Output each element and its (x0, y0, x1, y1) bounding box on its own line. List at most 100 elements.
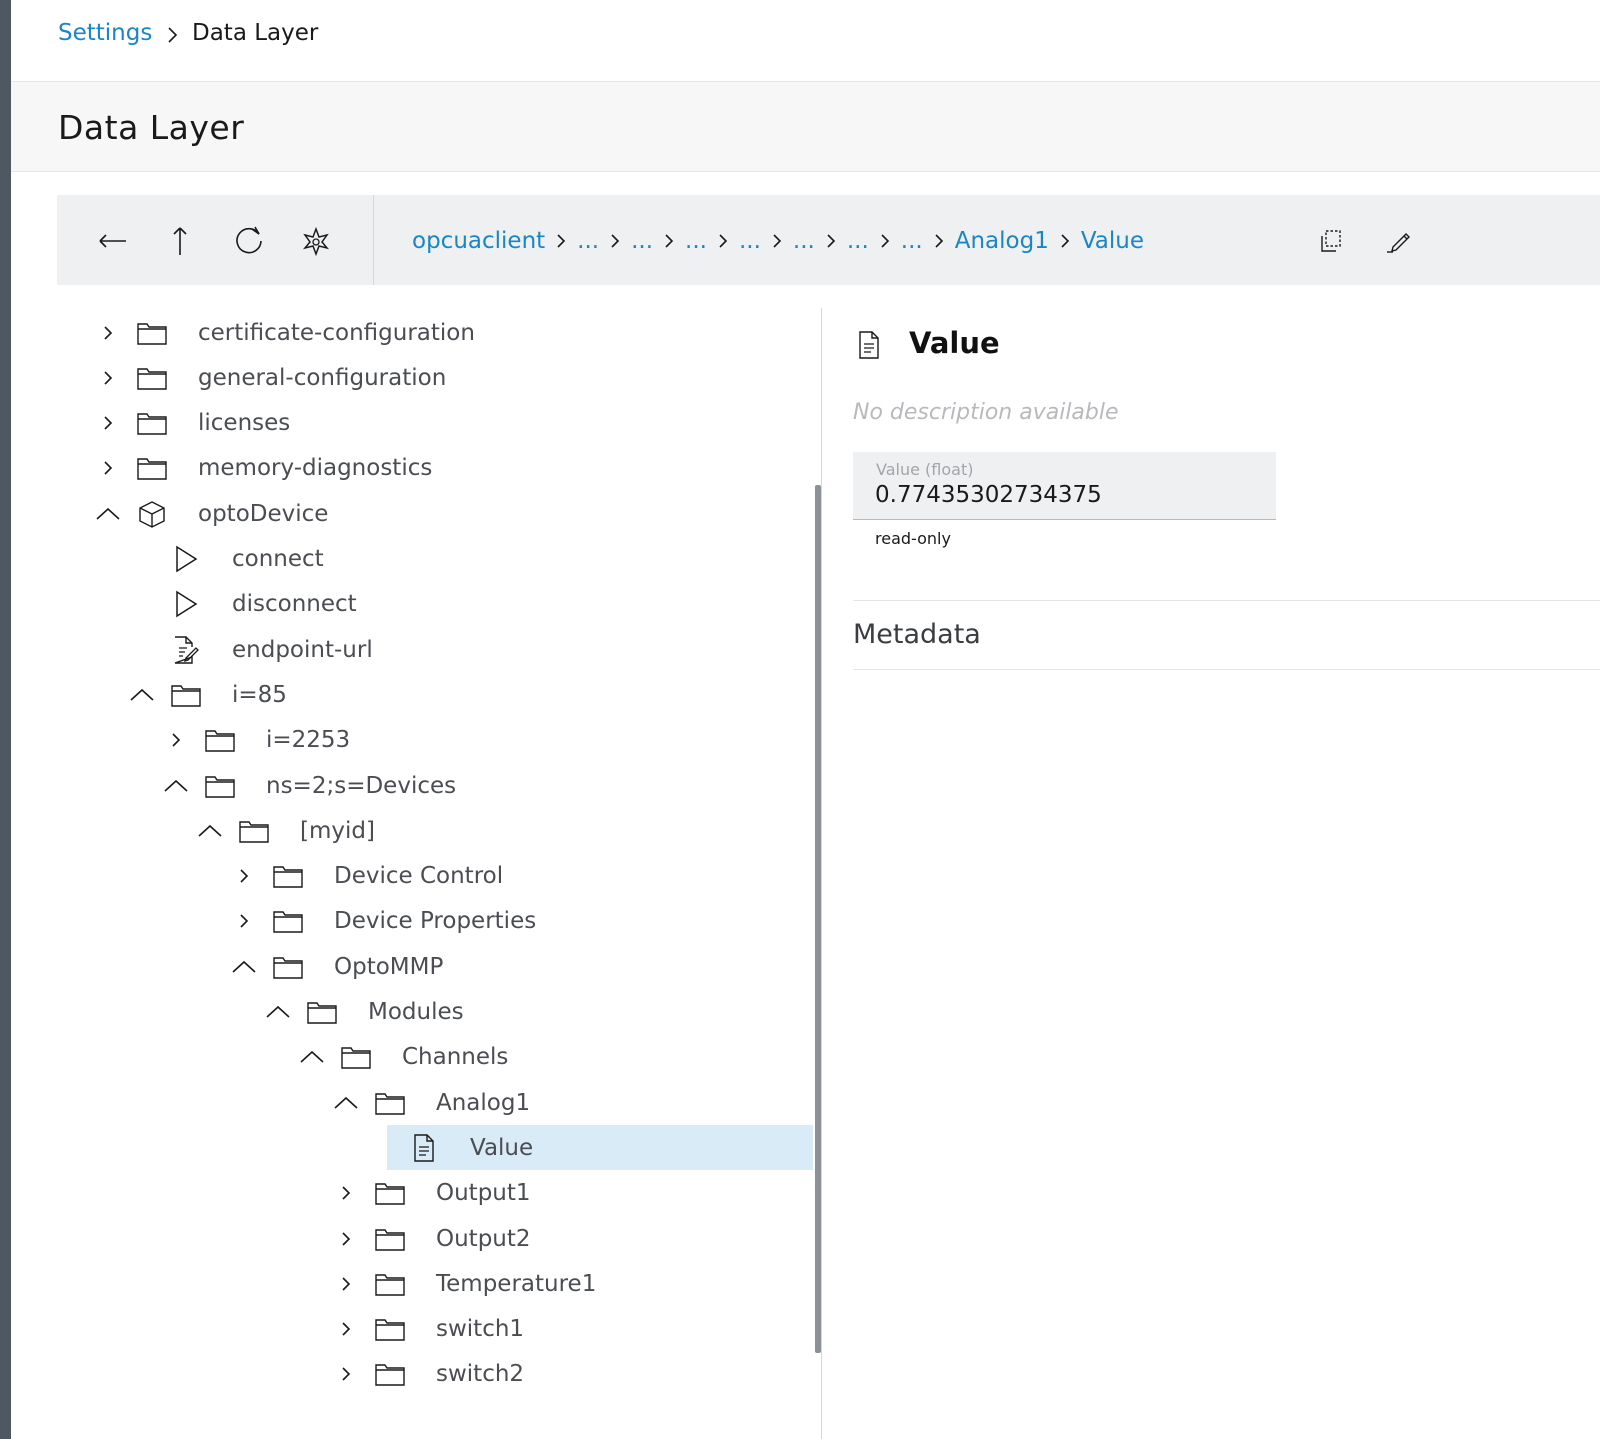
chevron-right-icon (869, 227, 901, 255)
chevron-right-icon (599, 227, 631, 255)
path-segment-collapsed[interactable]: ... (631, 228, 653, 254)
up-button[interactable] (158, 219, 202, 263)
tree-row-label: Output2 (436, 1225, 531, 1252)
tree-row[interactable]: connect (57, 537, 817, 582)
folder-icon (271, 861, 305, 891)
metadata-section-header[interactable]: Metadata (853, 619, 981, 650)
back-button[interactable] (91, 219, 135, 263)
chevron-up-icon[interactable] (93, 499, 123, 529)
tree-row[interactable]: i=85 (57, 672, 817, 717)
chevron-right-icon (165, 21, 181, 49)
chevron-right-icon[interactable] (229, 906, 259, 936)
chevron-up-icon[interactable] (229, 952, 259, 982)
folder-icon (203, 771, 237, 801)
node-detail-panel: Value No description available Value (fl… (822, 308, 1600, 1439)
chevron-up-icon[interactable] (161, 771, 191, 801)
chevron-right-icon[interactable] (331, 1178, 361, 1208)
chevron-right-icon[interactable] (331, 1269, 361, 1299)
tree-row-label: Output1 (436, 1180, 531, 1207)
tree-row[interactable]: licenses (57, 401, 817, 446)
tree-row[interactable]: Modules (57, 990, 817, 1035)
folder-icon (237, 816, 271, 846)
path-segment-collapsed[interactable]: ... (847, 228, 869, 254)
folder-icon (373, 1088, 407, 1118)
path-segment-collapsed[interactable]: ... (901, 228, 923, 254)
chevron-right-icon (1049, 227, 1081, 255)
document-edit-icon (169, 635, 203, 665)
tree-row-label: memory-diagnostics (198, 455, 433, 482)
divider (853, 669, 1600, 670)
edit-button[interactable] (1377, 219, 1421, 263)
tree-row[interactable]: memory-diagnostics (57, 446, 817, 491)
edit-icon (1387, 233, 1410, 253)
folder-icon (135, 363, 169, 393)
chevron-right-icon[interactable] (161, 725, 191, 755)
chevron-right-icon[interactable] (93, 318, 123, 348)
path-segment-collapsed[interactable]: ... (793, 228, 815, 254)
tree-row[interactable]: Analog1 (57, 1080, 817, 1125)
chevron-up-icon[interactable] (331, 1088, 361, 1118)
chevron-up-icon[interactable] (195, 816, 225, 846)
folder-icon (373, 1269, 407, 1299)
tree-row-label: disconnect (232, 591, 357, 618)
chevron-right-icon[interactable] (229, 861, 259, 891)
breadcrumb-settings-link[interactable]: Settings (58, 20, 152, 46)
chevron-up-icon[interactable] (297, 1042, 327, 1072)
chevron-right-icon[interactable] (331, 1314, 361, 1344)
document-icon (859, 331, 879, 359)
folder-icon (373, 1359, 407, 1389)
path-segment-analog1[interactable]: Analog1 (955, 228, 1049, 254)
tree-row[interactable]: switch1 (57, 1307, 817, 1352)
tree-row[interactable]: switch2 (57, 1352, 817, 1397)
tree-row[interactable]: Output1 (57, 1171, 817, 1216)
tree-row[interactable]: ns=2;s=Devices (57, 763, 817, 808)
tree-row[interactable]: Channels (57, 1035, 817, 1080)
tree-row[interactable]: Output2 (57, 1216, 817, 1261)
tree-row[interactable]: OptoMMP (57, 944, 817, 989)
chevron-up-icon[interactable] (263, 997, 293, 1027)
chevron-right-icon[interactable] (93, 363, 123, 393)
path-segment-value[interactable]: Value (1081, 228, 1144, 254)
tree-row[interactable]: Device Control (57, 854, 817, 899)
tree-row[interactable]: certificate-configuration (57, 310, 817, 355)
tree-row[interactable]: Device Properties (57, 899, 817, 944)
tree-row[interactable]: endpoint-url (57, 627, 817, 672)
tree-row-label: OptoMMP (334, 953, 444, 980)
folder-icon (373, 1224, 407, 1254)
path-segment-collapsed[interactable]: ... (577, 228, 599, 254)
favorite-button[interactable] (294, 219, 338, 263)
chevron-right-icon[interactable] (331, 1224, 361, 1254)
app-sidebar-edge (0, 0, 11, 1439)
chevron-right-icon[interactable] (93, 408, 123, 438)
path-segment-collapsed[interactable]: ... (685, 228, 707, 254)
path-segment-root[interactable]: opcuaclient (412, 228, 545, 254)
tree-row[interactable]: [myid] (57, 808, 817, 853)
tree-row-label: switch2 (436, 1361, 525, 1388)
tree-row[interactable]: Temperature1 (57, 1261, 817, 1306)
tree-row-label: switch1 (436, 1316, 525, 1343)
tree-row[interactable]: disconnect (57, 582, 817, 627)
document-icon (407, 1133, 441, 1163)
tree-row[interactable]: general-configuration (57, 355, 817, 400)
node-path: opcuaclient ... ... ... ... ... ... ... … (412, 221, 1144, 261)
chevron-right-icon[interactable] (331, 1359, 361, 1389)
tree-row[interactable]: i=2253 (57, 718, 817, 763)
tree-row[interactable]: Value (57, 1125, 817, 1171)
tree-row-label: optoDevice (198, 500, 329, 527)
chevron-up-icon[interactable] (127, 680, 157, 710)
tree-row[interactable]: optoDevice (57, 491, 817, 536)
chevron-right-icon (545, 227, 577, 255)
value-field[interactable]: Value (float) 0.77435302734375 (853, 452, 1276, 520)
tree-row-label: general-configuration (198, 364, 447, 391)
chevron-right-icon (761, 227, 793, 255)
folder-icon (135, 453, 169, 483)
tree-row-label: [myid] (300, 817, 375, 844)
tree-row-label: Value (470, 1134, 534, 1161)
copy-button[interactable] (1309, 219, 1353, 263)
tree-row-label: certificate-configuration (198, 319, 475, 346)
path-segment-collapsed[interactable]: ... (739, 228, 761, 254)
chevron-right-icon[interactable] (93, 453, 123, 483)
refresh-button[interactable] (227, 219, 271, 263)
chevron-right-icon (707, 227, 739, 255)
folder-icon (373, 1178, 407, 1208)
